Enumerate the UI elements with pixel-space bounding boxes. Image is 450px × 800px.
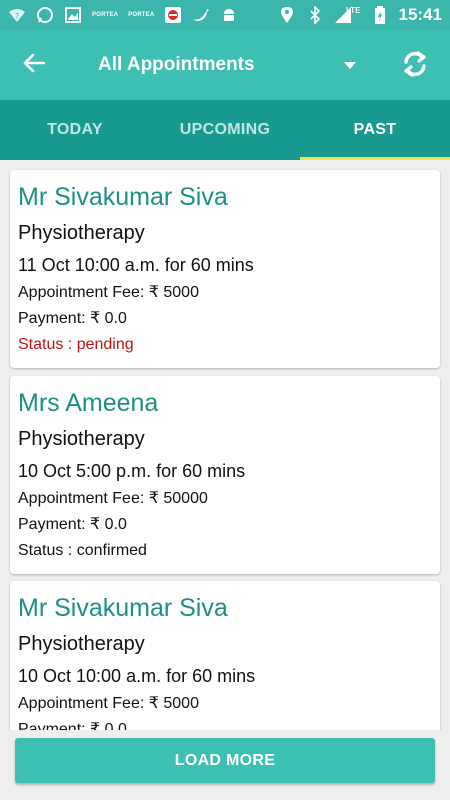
tab-upcoming[interactable]: UPCOMING (150, 100, 300, 160)
service-type: Physiotherapy (18, 222, 145, 244)
back-arrow-icon (23, 53, 46, 78)
page-title[interactable]: All Appointments (98, 54, 255, 76)
tab-bar: TODAY UPCOMING PAST (0, 100, 450, 160)
status-bar: ? PORTEA PORTEA LTE 15:41 (0, 0, 450, 30)
svg-text:?: ? (15, 12, 19, 21)
dropdown-caret-icon (344, 57, 356, 75)
appointment-time: 10 Oct 10:00 a.m. for 60 mins (18, 666, 256, 686)
tab-past[interactable]: PAST (300, 100, 450, 160)
patient-name: Mr Sivakumar Siva (18, 183, 228, 211)
portea-icon: PORTEA (92, 12, 119, 18)
tab-today[interactable]: TODAY (0, 100, 150, 160)
status-label: Status : pending (18, 336, 134, 353)
wifi-question-icon: ? (8, 6, 26, 24)
service-type: Physiotherapy (18, 633, 145, 655)
appointment-time: 10 Oct 5:00 p.m. for 60 mins (18, 461, 246, 481)
patient-name: Mr Sivakumar Siva (18, 594, 228, 622)
patient-name: Mrs Ameena (18, 389, 159, 417)
android-icon (220, 6, 238, 24)
appointment-time: 11 Oct 10:00 a.m. for 60 mins (18, 255, 254, 275)
gallery-icon (64, 6, 82, 24)
appointments-list[interactable]: Mr Sivakumar Siva Physiotherapy 11 Oct 1… (0, 160, 450, 730)
back-button[interactable] (14, 48, 54, 82)
portea-icon: PORTEA (128, 12, 155, 18)
twitter-icon (192, 6, 210, 24)
bluetooth-icon (306, 6, 324, 24)
payment-amount: Payment: ₹ 0.0 (18, 310, 127, 327)
refresh-icon (400, 49, 430, 84)
appointment-card[interactable]: Mrs Ameena Physiotherapy 10 Oct 5:00 p.m… (10, 376, 440, 574)
appointment-fee: Appointment Fee: ₹ 5000 (18, 695, 199, 712)
appointment-fee: Appointment Fee: ₹ 50000 (18, 490, 208, 507)
signal-icon (334, 6, 352, 24)
payment-amount: Payment: ₹ 0.0 (18, 721, 127, 730)
app-bar: All Appointments (0, 30, 450, 100)
battery-icon (371, 6, 389, 24)
service-type: Physiotherapy (18, 428, 145, 450)
payment-amount: Payment: ₹ 0.0 (18, 516, 127, 533)
refresh-button[interactable] (395, 46, 435, 86)
appointment-card[interactable]: Mr Sivakumar Siva Physiotherapy 11 Oct 1… (10, 170, 440, 368)
load-more-button[interactable]: LOAD MORE (15, 738, 435, 783)
appointment-filter-dropdown[interactable] (340, 58, 360, 74)
load-more-container: LOAD MORE (0, 730, 450, 800)
location-icon (278, 6, 296, 24)
whatsapp-icon (36, 6, 54, 24)
app-icon (164, 6, 182, 24)
appointment-card[interactable]: Mr Sivakumar Siva Physiotherapy 10 Oct 1… (10, 581, 440, 730)
status-label: Status : confirmed (18, 542, 147, 559)
appointment-fee: Appointment Fee: ₹ 5000 (18, 284, 199, 301)
clock-time: 15:41 (398, 5, 442, 24)
